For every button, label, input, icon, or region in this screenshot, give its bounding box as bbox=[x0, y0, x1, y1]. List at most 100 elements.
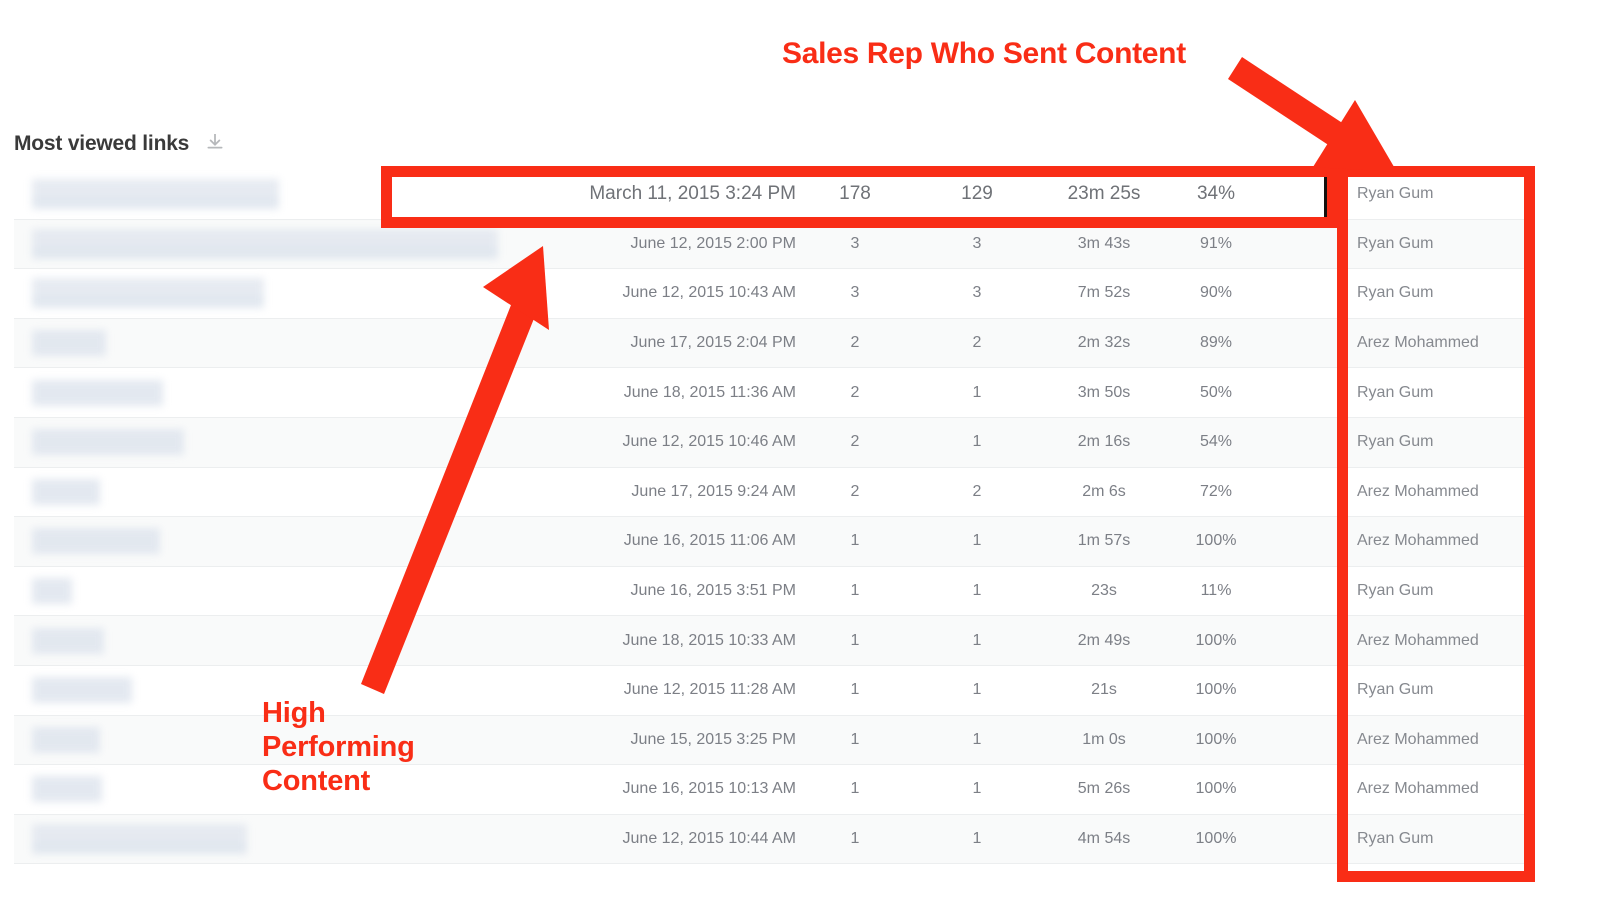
sales-rep-cell: Ryan Gum bbox=[1357, 681, 1434, 699]
views-cell: 1 bbox=[850, 830, 860, 848]
table-row[interactable]: June 16, 2015 10:13 AM 1 1 5m 26s 100% Arez M… bbox=[14, 765, 1531, 815]
time-spent-cell: 23m 25s bbox=[1067, 183, 1141, 205]
redacted-link-name bbox=[32, 776, 102, 803]
top-arrow-icon bbox=[1228, 57, 1397, 172]
table-row[interactable]: June 12, 2015 10:43 AM 3 3 7m 52s 90% Ryan Gu… bbox=[14, 269, 1531, 319]
last-viewed-cell: June 12, 2015 11:28 AM bbox=[623, 681, 796, 699]
last-viewed-cell: June 17, 2015 9:24 AM bbox=[631, 482, 796, 500]
sales-rep-cell: Ryan Gum bbox=[1357, 185, 1434, 203]
table-row[interactable]: June 12, 2015 2:00 PM 3 3 3m 43s 91% Ryan Gum bbox=[14, 219, 1531, 270]
completion-cell: 89% bbox=[1199, 334, 1233, 352]
link-name-cell[interactable] bbox=[14, 765, 584, 814]
time-spent-cell: 7m 52s bbox=[1077, 284, 1131, 302]
last-viewed-cell: June 12, 2015 10:43 AM bbox=[622, 284, 796, 302]
last-viewed-cell: March 11, 2015 3:24 PM bbox=[589, 183, 796, 205]
time-spent-cell: 2m 16s bbox=[1077, 433, 1131, 451]
most-viewed-links-table: March 11, 2015 3:24 PM 178 129 23m 25s 34% Ry… bbox=[14, 170, 1531, 865]
table-row[interactable]: June 12, 2015 10:46 AM 2 1 2m 16s 54% Ryan Gu… bbox=[14, 417, 1531, 468]
link-name-cell[interactable] bbox=[14, 220, 584, 269]
time-spent-cell: 1m 57s bbox=[1077, 532, 1131, 550]
last-viewed-cell: June 12, 2015 10:46 AM bbox=[622, 433, 796, 451]
redacted-link-name bbox=[32, 578, 72, 605]
views-cell: 178 bbox=[839, 183, 871, 205]
link-name-cell[interactable] bbox=[14, 418, 584, 467]
completion-cell: 100% bbox=[1195, 532, 1237, 550]
last-viewed-cell: June 12, 2015 10:44 AM bbox=[622, 830, 796, 848]
completion-cell: 100% bbox=[1195, 830, 1237, 848]
table-row[interactable]: June 15, 2015 3:25 PM 1 1 1m 0s 100% Arez Moh… bbox=[14, 715, 1531, 766]
unique-views-cell: 2 bbox=[972, 334, 982, 352]
time-spent-cell: 3m 50s bbox=[1077, 383, 1131, 401]
sales-rep-cell: Ryan Gum bbox=[1357, 582, 1434, 600]
sales-rep-cell: Ryan Gum bbox=[1357, 830, 1434, 848]
unique-views-cell: 3 bbox=[972, 284, 982, 302]
views-cell: 1 bbox=[850, 532, 860, 550]
link-name-cell[interactable] bbox=[14, 368, 584, 417]
views-cell: 3 bbox=[850, 284, 860, 302]
sales-rep-cell: Arez Mohammed bbox=[1357, 730, 1479, 748]
table-row[interactable]: June 17, 2015 9:24 AM 2 2 2m 6s 72% Arez Moha… bbox=[14, 467, 1531, 518]
link-name-cell[interactable] bbox=[14, 815, 584, 864]
redacted-link-name bbox=[32, 429, 184, 456]
completion-cell: 72% bbox=[1199, 482, 1233, 500]
time-spent-cell: 5m 26s bbox=[1077, 780, 1131, 798]
redacted-link-name bbox=[32, 379, 163, 406]
table-row[interactable]: June 18, 2015 10:33 AM 1 1 2m 49s 100% Arez M… bbox=[14, 616, 1531, 666]
last-viewed-cell: June 16, 2015 3:51 PM bbox=[630, 582, 796, 600]
sales-rep-cell: Arez Mohammed bbox=[1357, 334, 1479, 352]
last-viewed-cell: June 12, 2015 2:00 PM bbox=[630, 234, 796, 252]
sales-rep-cell: Ryan Gum bbox=[1357, 234, 1434, 252]
completion-cell: 100% bbox=[1195, 730, 1237, 748]
link-name-cell[interactable] bbox=[14, 517, 584, 566]
link-name-cell[interactable] bbox=[14, 616, 584, 665]
table-row[interactable]: June 16, 2015 3:51 PM 1 1 23s 11% Ryan Gum bbox=[14, 566, 1531, 617]
redacted-link-name bbox=[32, 824, 247, 855]
last-viewed-cell: June 16, 2015 11:06 AM bbox=[623, 532, 796, 550]
sales-rep-cell: Ryan Gum bbox=[1357, 433, 1434, 451]
redacted-link-name bbox=[32, 726, 100, 753]
table-row[interactable]: June 12, 2015 11:28 AM 1 1 21s 100% Ryan Gum bbox=[14, 665, 1531, 716]
annotation-label-sales-rep: Sales Rep Who Sent Content bbox=[782, 37, 1186, 70]
time-spent-cell: 2m 32s bbox=[1077, 334, 1131, 352]
time-spent-cell: 3m 43s bbox=[1077, 234, 1131, 252]
table-row[interactable]: March 11, 2015 3:24 PM 178 129 23m 25s 34% Ry… bbox=[14, 170, 1531, 220]
sales-rep-cell: Arez Mohammed bbox=[1357, 482, 1479, 500]
table-row[interactable]: June 12, 2015 10:44 AM 1 1 4m 54s 100% Ryan G… bbox=[14, 814, 1531, 865]
sales-rep-cell: Arez Mohammed bbox=[1357, 780, 1479, 798]
views-cell: 1 bbox=[850, 681, 860, 699]
link-name-cell[interactable] bbox=[14, 319, 584, 368]
link-name-cell[interactable] bbox=[14, 170, 584, 219]
link-name-cell[interactable] bbox=[14, 716, 584, 765]
link-name-cell[interactable] bbox=[14, 269, 584, 318]
unique-views-cell: 1 bbox=[972, 532, 982, 550]
time-spent-cell: 4m 54s bbox=[1077, 830, 1131, 848]
link-name-cell[interactable] bbox=[14, 666, 584, 715]
redacted-link-name bbox=[32, 478, 100, 505]
table-row[interactable]: June 16, 2015 11:06 AM 1 1 1m 57s 100% Arez M… bbox=[14, 517, 1531, 567]
completion-cell: 100% bbox=[1195, 780, 1237, 798]
last-viewed-cell: June 18, 2015 11:36 AM bbox=[623, 383, 796, 401]
views-cell: 2 bbox=[850, 482, 860, 500]
redacted-link-name bbox=[32, 677, 132, 704]
views-cell: 1 bbox=[850, 582, 860, 600]
last-viewed-cell: June 17, 2015 2:04 PM bbox=[630, 334, 796, 352]
unique-views-cell: 1 bbox=[972, 681, 982, 699]
views-cell: 2 bbox=[850, 383, 860, 401]
link-name-cell[interactable] bbox=[14, 567, 584, 616]
sales-rep-cell: Arez Mohammed bbox=[1357, 631, 1479, 649]
table-row[interactable]: June 18, 2015 11:36 AM 2 1 3m 50s 50% Ryan Gu… bbox=[14, 368, 1531, 418]
link-name-cell[interactable] bbox=[14, 468, 584, 517]
completion-cell: 50% bbox=[1199, 383, 1233, 401]
download-icon[interactable] bbox=[204, 131, 226, 159]
redacted-link-name bbox=[32, 627, 104, 654]
views-cell: 2 bbox=[850, 433, 860, 451]
redacted-link-name bbox=[32, 179, 279, 210]
completion-cell: 34% bbox=[1196, 183, 1236, 205]
table-row[interactable]: June 17, 2015 2:04 PM 2 2 2m 32s 89% Arez Moh… bbox=[14, 318, 1531, 369]
views-cell: 3 bbox=[850, 234, 860, 252]
panel-title-text: Most viewed links bbox=[14, 132, 190, 155]
last-viewed-cell: June 16, 2015 10:13 AM bbox=[622, 780, 796, 798]
completion-cell: 54% bbox=[1199, 433, 1233, 451]
time-spent-cell: 2m 6s bbox=[1082, 482, 1126, 500]
redacted-link-name bbox=[32, 228, 498, 259]
